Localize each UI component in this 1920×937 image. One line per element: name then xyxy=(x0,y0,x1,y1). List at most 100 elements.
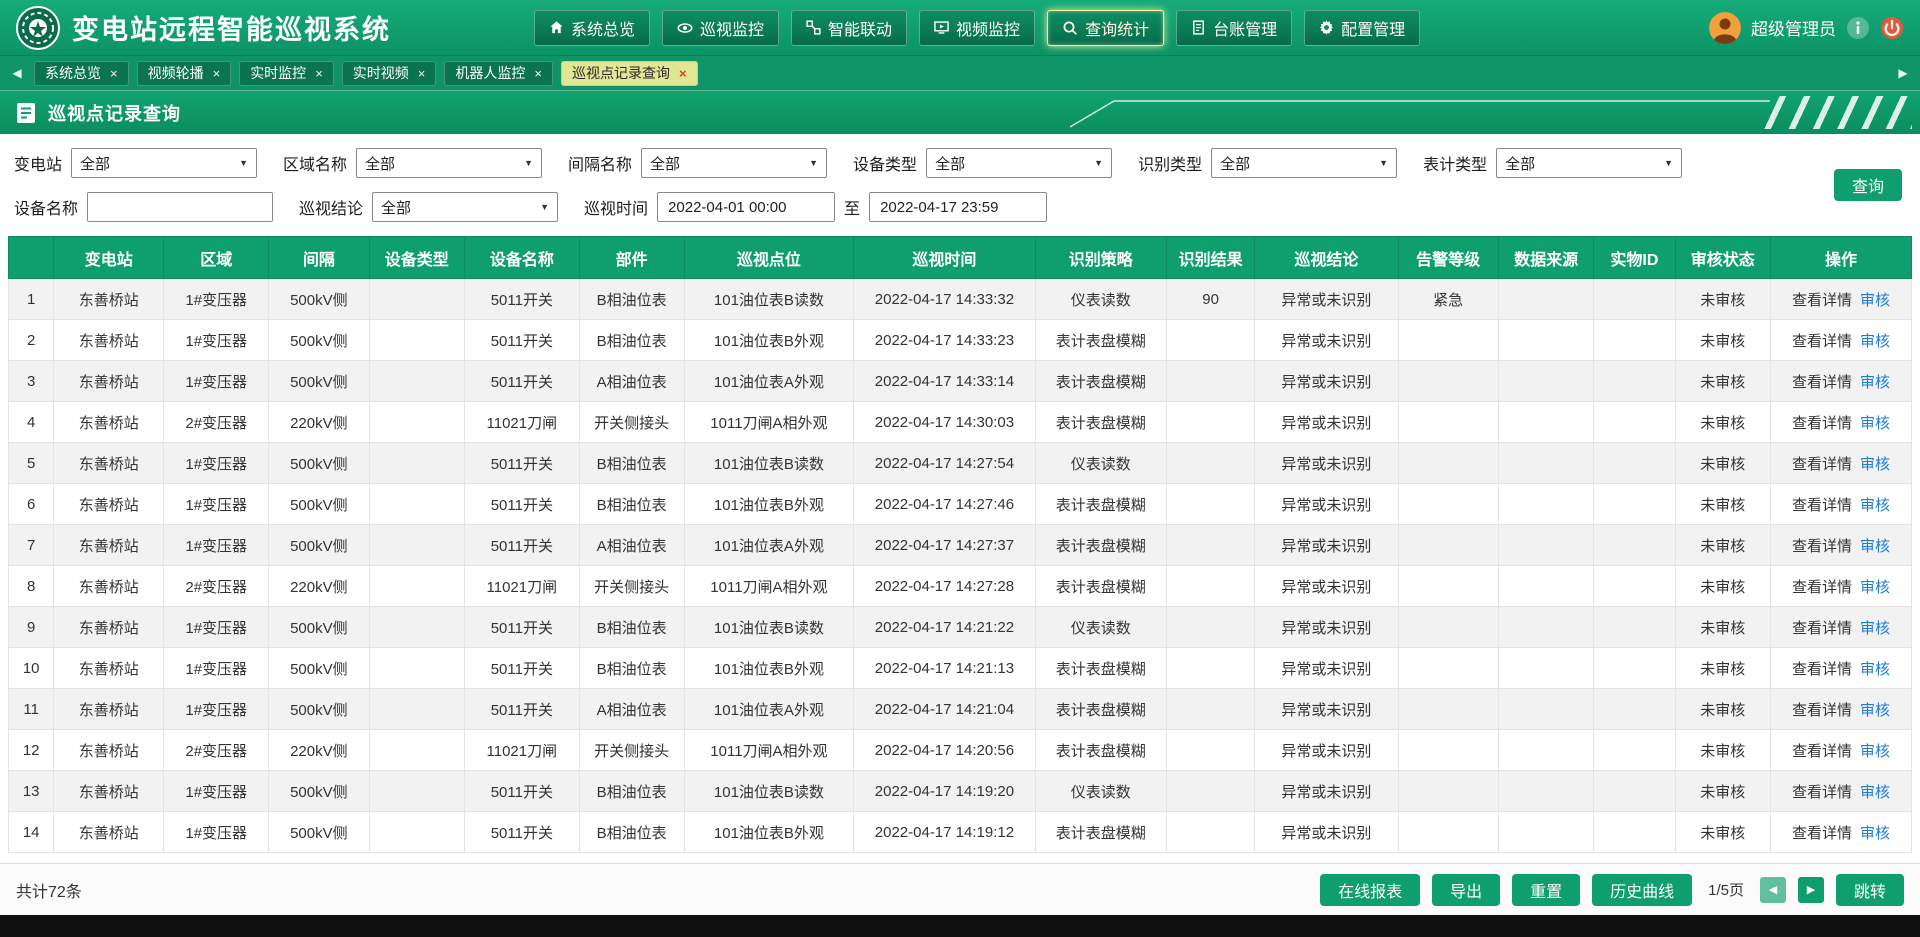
export-button[interactable]: 导出 xyxy=(1432,874,1500,906)
next-page-icon[interactable]: ▶ xyxy=(1798,877,1824,903)
audit-link[interactable]: 审核 xyxy=(1860,415,1890,432)
cell-area: 1#变压器 xyxy=(164,525,269,566)
nav-config-management[interactable]: 配置管理 xyxy=(1304,10,1420,46)
cell-point: 101油位表B外观 xyxy=(684,320,854,361)
view-detail-link[interactable]: 查看详情 xyxy=(1792,538,1852,555)
cell-time: 2022-04-17 14:19:20 xyxy=(854,771,1035,812)
tab-3[interactable]: 实时视频× xyxy=(342,61,437,86)
cell-point: 101油位表B读数 xyxy=(684,607,854,648)
audit-link[interactable]: 审核 xyxy=(1860,374,1890,391)
audit-link[interactable]: 审核 xyxy=(1860,292,1890,309)
table-row: 1东善桥站1#变压器500kV侧5011开关B相油位表101油位表B读数2022… xyxy=(9,279,1912,320)
power-icon[interactable] xyxy=(1880,16,1904,40)
time-separator: 至 xyxy=(844,195,860,219)
tab-4[interactable]: 机器人监控× xyxy=(444,61,553,86)
tab-label: 实时监控 xyxy=(250,63,306,83)
audit-link[interactable]: 审核 xyxy=(1860,456,1890,473)
audit-link[interactable]: 审核 xyxy=(1860,538,1890,555)
filter-select-5[interactable]: 全部▼ xyxy=(1496,148,1682,178)
tab-scroll-left-icon[interactable]: ◀ xyxy=(8,66,26,80)
cell-strategy: 仪表读数 xyxy=(1035,771,1166,812)
cell-audit_status: 未审核 xyxy=(1675,689,1771,730)
audit-link[interactable]: 审核 xyxy=(1860,784,1890,801)
filter-select-2[interactable]: 全部▼ xyxy=(641,148,827,178)
cell-time: 2022-04-17 14:21:04 xyxy=(854,689,1035,730)
filter-select-0[interactable]: 全部▼ xyxy=(71,148,257,178)
device-name-input[interactable] xyxy=(87,192,273,222)
select-value: 全部 xyxy=(80,153,110,174)
view-detail-link[interactable]: 查看详情 xyxy=(1792,825,1852,842)
view-detail-link[interactable]: 查看详情 xyxy=(1792,374,1852,391)
bottom-strip xyxy=(0,915,1920,937)
tab-close-icon[interactable]: × xyxy=(534,67,542,80)
audit-link[interactable]: 审核 xyxy=(1860,743,1890,760)
cell-source xyxy=(1498,771,1594,812)
nav-query-statistics[interactable]: 查询统计 xyxy=(1047,10,1164,46)
nav-ledger-management[interactable]: 台账管理 xyxy=(1176,10,1292,46)
tab-close-icon[interactable]: × xyxy=(679,67,687,80)
tab-close-icon[interactable]: × xyxy=(418,67,426,80)
audit-link[interactable]: 审核 xyxy=(1860,333,1890,350)
nav-video-monitor[interactable]: 视频监控 xyxy=(919,10,1035,46)
info-icon[interactable] xyxy=(1846,16,1870,40)
cell-device_name: 5011开关 xyxy=(465,812,580,853)
audit-link[interactable]: 审核 xyxy=(1860,702,1890,719)
col-header-source: 数据来源 xyxy=(1498,237,1594,279)
col-header-result: 识别结果 xyxy=(1166,237,1254,279)
cell-point: 101油位表A外观 xyxy=(684,525,854,566)
filter-select-3[interactable]: 全部▼ xyxy=(926,148,1112,178)
cell-station: 东善桥站 xyxy=(54,566,164,607)
nav-inspection-monitor[interactable]: 巡视监控 xyxy=(662,10,779,46)
audit-link[interactable]: 审核 xyxy=(1860,579,1890,596)
prev-page-icon[interactable]: ◀ xyxy=(1760,877,1786,903)
cell-part: A相油位表 xyxy=(579,361,684,402)
view-detail-link[interactable]: 查看详情 xyxy=(1792,661,1852,678)
cell-device_type xyxy=(369,525,465,566)
filter-select-4[interactable]: 全部▼ xyxy=(1211,148,1397,178)
table-row: 5东善桥站1#变压器500kV侧5011开关B相油位表101油位表B读数2022… xyxy=(9,443,1912,484)
avatar[interactable] xyxy=(1709,12,1741,44)
audit-link[interactable]: 审核 xyxy=(1860,825,1890,842)
view-detail-link[interactable]: 查看详情 xyxy=(1792,497,1852,514)
cell-strategy: 仪表读数 xyxy=(1035,279,1166,320)
tab-scroll-right-icon[interactable]: ▶ xyxy=(1894,66,1912,80)
select-value: 全部 xyxy=(650,153,680,174)
cell-bay: 500kV侧 xyxy=(269,279,369,320)
app-logo-icon xyxy=(16,6,60,50)
tab-close-icon[interactable]: × xyxy=(213,67,221,80)
nav-system-overview[interactable]: 系统总览 xyxy=(534,10,650,46)
view-detail-link[interactable]: 查看详情 xyxy=(1792,620,1852,637)
tab-5[interactable]: 巡视点记录查询× xyxy=(561,61,698,86)
tab-close-icon[interactable]: × xyxy=(315,67,323,80)
time-to-input[interactable]: 2022-04-17 23:59 xyxy=(869,192,1047,222)
audit-link[interactable]: 审核 xyxy=(1860,620,1890,637)
tab-2[interactable]: 实时监控 × xyxy=(239,61,334,86)
view-detail-link[interactable]: 查看详情 xyxy=(1792,292,1852,309)
online-report-button[interactable]: 在线报表 xyxy=(1320,874,1420,906)
filter-select-1[interactable]: 全部▼ xyxy=(356,148,542,178)
view-detail-link[interactable]: 查看详情 xyxy=(1792,784,1852,801)
cell-no: 8 xyxy=(9,566,54,607)
view-detail-link[interactable]: 查看详情 xyxy=(1792,333,1852,350)
audit-link[interactable]: 审核 xyxy=(1860,497,1890,514)
tab-close-icon[interactable]: × xyxy=(110,67,118,80)
time-from-input[interactable]: 2022-04-01 00:00 xyxy=(657,192,835,222)
query-button[interactable]: 查询 xyxy=(1834,169,1902,201)
view-detail-link[interactable]: 查看详情 xyxy=(1792,579,1852,596)
filter-label: 识别类型 xyxy=(1138,151,1202,175)
tab-1[interactable]: 视频轮播× xyxy=(137,61,232,86)
tab-0[interactable]: 系统总览× xyxy=(34,61,129,86)
history-curve-button[interactable]: 历史曲线 xyxy=(1592,874,1692,906)
view-detail-link[interactable]: 查看详情 xyxy=(1792,415,1852,432)
view-detail-link[interactable]: 查看详情 xyxy=(1792,743,1852,760)
nav-smart-linkage[interactable]: 智能联动 xyxy=(791,10,907,46)
cell-device_type xyxy=(369,320,465,361)
reset-button[interactable]: 重置 xyxy=(1512,874,1580,906)
view-detail-link[interactable]: 查看详情 xyxy=(1792,702,1852,719)
conclusion-select[interactable]: 全部 ▼ xyxy=(372,192,558,222)
audit-link[interactable]: 审核 xyxy=(1860,661,1890,678)
jump-button[interactable]: 跳转 xyxy=(1836,874,1904,906)
view-detail-link[interactable]: 查看详情 xyxy=(1792,456,1852,473)
table-row: 7东善桥站1#变压器500kV侧5011开关A相油位表101油位表A外观2022… xyxy=(9,525,1912,566)
cell-alarm xyxy=(1398,525,1498,566)
